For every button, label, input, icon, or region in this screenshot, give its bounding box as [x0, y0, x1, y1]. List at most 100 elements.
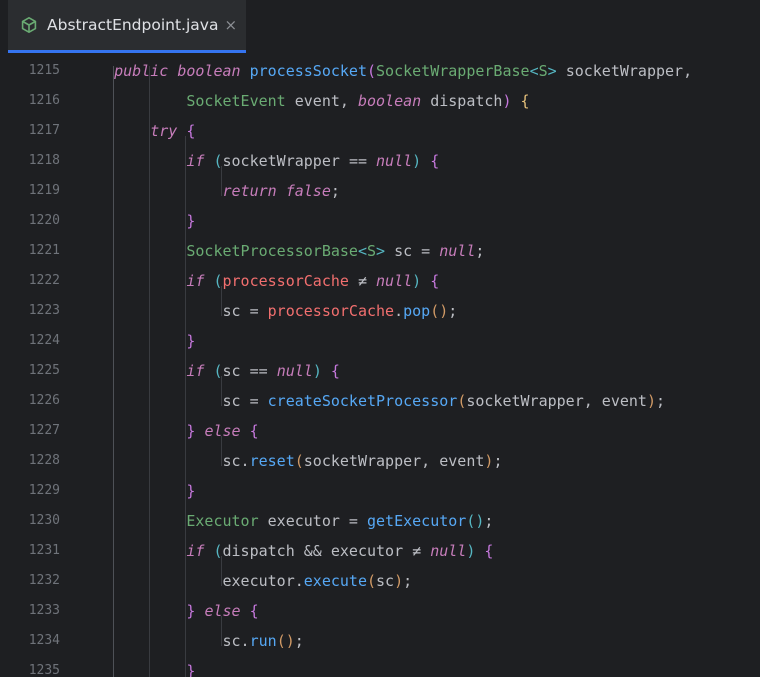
code-token: socketWrapper, event [466, 392, 647, 410]
code-token: { [520, 92, 530, 110]
code-token: null [276, 362, 313, 380]
code-token: getExecutor [367, 512, 467, 530]
line-number[interactable]: 1227 [0, 416, 60, 446]
code-token: processSocket [249, 62, 367, 80]
code-token: } [186, 422, 205, 440]
code-token: . [394, 302, 404, 320]
code-token: { [484, 542, 494, 560]
code-token: ( [213, 152, 223, 170]
line-number[interactable]: 1230 [0, 506, 60, 536]
code-token: { [430, 152, 440, 170]
code-token: ; [403, 572, 413, 590]
code-token: { [249, 602, 259, 620]
line-number[interactable]: 1215 [0, 56, 60, 86]
editor-tab-bar: AbstractEndpoint.java × [0, 0, 760, 55]
code-text: } [78, 326, 195, 356]
code-token: ) [466, 542, 485, 560]
code-text: } [78, 206, 195, 236]
code-token: if [186, 542, 214, 560]
code-token: reset [249, 452, 295, 470]
code-token: ) [394, 572, 404, 590]
code-text: if (socketWrapper == null) { [78, 146, 439, 176]
line-number[interactable]: 1234 [0, 626, 60, 656]
code-token: execute [303, 572, 367, 590]
code-token: ; [656, 392, 666, 410]
code-token: null [376, 272, 413, 290]
line-number[interactable]: 1228 [0, 446, 60, 476]
line-number[interactable]: 1231 [0, 536, 60, 566]
code-token: ( [367, 572, 377, 590]
code-text: } [78, 656, 195, 677]
code-token: ( [367, 62, 377, 80]
code-text: } else { [78, 596, 259, 626]
line-number[interactable]: 1232 [0, 566, 60, 596]
code-token: SocketProcessorBase [186, 242, 358, 260]
line-number[interactable]: 1224 [0, 326, 60, 356]
line-number[interactable]: 1222 [0, 266, 60, 296]
code-token: ; [294, 632, 304, 650]
code-token: executor = [267, 512, 367, 530]
line-number[interactable]: 1235 [0, 656, 60, 677]
line-number[interactable]: 1220 [0, 206, 60, 236]
code-token: executor. [222, 572, 304, 590]
code-token: null [376, 152, 413, 170]
code-token: } [186, 332, 196, 350]
code-token: if [186, 362, 214, 380]
line-number[interactable]: 1229 [0, 476, 60, 506]
code-token: ≠ [357, 272, 377, 290]
code-line[interactable]: 1235 } [0, 660, 760, 677]
code-token: ; [484, 512, 494, 530]
code-token: dispatch [430, 92, 503, 110]
code-token: false [285, 182, 331, 200]
code-token: > [376, 242, 395, 260]
line-number[interactable]: 1218 [0, 146, 60, 176]
line-number[interactable]: 1216 [0, 86, 60, 116]
code-token: < [357, 242, 367, 260]
code-token: pop [403, 302, 431, 320]
code-token: sc = [222, 302, 268, 320]
code-token: SocketEvent [186, 92, 295, 110]
close-icon[interactable]: × [224, 16, 237, 34]
code-token: boolean [177, 62, 250, 80]
line-number[interactable]: 1217 [0, 116, 60, 146]
tab-filename: AbstractEndpoint.java [47, 16, 219, 34]
code-token: ; [475, 242, 485, 260]
code-token: ; [493, 452, 503, 470]
code-token: { [430, 272, 440, 290]
code-token: createSocketProcessor [267, 392, 458, 410]
code-token: SocketWrapperBase [376, 62, 530, 80]
line-number[interactable]: 1226 [0, 386, 60, 416]
line-number[interactable]: 1225 [0, 356, 60, 386]
line-number[interactable]: 1223 [0, 296, 60, 326]
code-token: < [529, 62, 539, 80]
code-text: sc = createSocketProcessor(socketWrapper… [78, 386, 666, 416]
code-token: ( [457, 392, 467, 410]
code-token: sc [376, 572, 395, 590]
line-number[interactable]: 1233 [0, 596, 60, 626]
line-number[interactable]: 1221 [0, 236, 60, 266]
java-class-icon [20, 16, 38, 34]
code-token: else [204, 422, 250, 440]
code-token: processorCache [222, 272, 358, 290]
code-area[interactable]: 1215 public boolean processSocket(Socket… [0, 50, 760, 677]
code-token: } [186, 662, 196, 677]
line-number[interactable]: 1219 [0, 176, 60, 206]
code-token: () [430, 302, 449, 320]
code-editor: AbstractEndpoint.java × 1215 public bool… [0, 0, 760, 677]
tab-abstractendpoint-java[interactable]: AbstractEndpoint.java × [8, 0, 246, 53]
code-token: sc. [222, 452, 250, 470]
code-token: sc = [394, 242, 440, 260]
code-token: socketWrapper, [565, 62, 693, 80]
code-token: dispatch && [222, 542, 331, 560]
